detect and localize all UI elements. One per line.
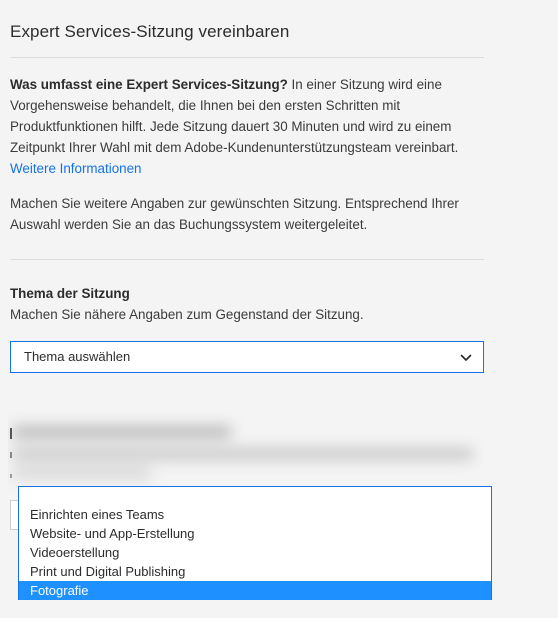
dropdown-option[interactable]: Videoerstellung [19,543,491,562]
blurred-help-text [12,468,152,478]
blurred-content [8,396,484,492]
topic-dropdown-list[interactable]: Einrichten eines Teams Website- und App-… [18,486,492,600]
more-info-link[interactable]: Weitere Informationen [10,158,484,179]
dropdown-option[interactable]: Print und Digital Publishing [19,562,491,581]
intro-lead: Was umfasst eine Expert Services-Sitzung… [10,77,288,92]
topic-help-text: Machen Sie nähere Angaben zum Gegenstand… [10,307,364,322]
dropdown-option[interactable]: Website- und App-Erstellung [19,524,491,543]
blurred-help-text [12,448,474,460]
dropdown-option-highlighted[interactable]: Fotografie [19,581,491,600]
divider [10,259,484,260]
topic-label: Thema der Sitzung [10,286,130,301]
blurred-label [12,426,232,438]
text-fragment [10,428,12,439]
booking-panel: Expert Services-Sitzung vereinbaren Was … [0,0,558,618]
topic-select[interactable]: Thema auswählen [10,341,484,373]
chevron-down-icon [460,354,472,361]
text-fragment [10,474,12,478]
topic-select-value: Thema auswählen [24,349,131,364]
details-paragraph: Machen Sie weitere Angaben zur gewünscht… [10,196,459,232]
intro-paragraph: Was umfasst eine Expert Services-Sitzung… [10,74,484,179]
text-fragment [10,452,12,458]
dropdown-option[interactable]: Einrichten eines Teams [19,505,491,524]
dialog-title: Expert Services-Sitzung vereinbaren [10,22,290,41]
divider [10,57,484,58]
obscured-field-region [8,396,484,492]
